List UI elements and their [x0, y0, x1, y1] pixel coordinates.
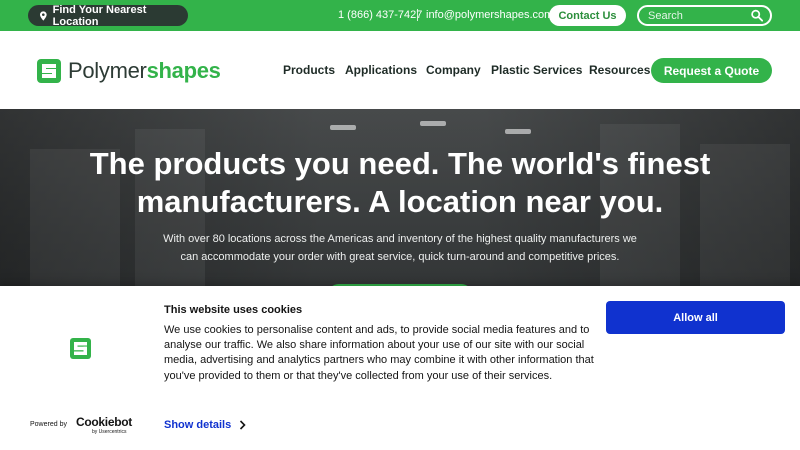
show-details-link[interactable]: Show details [164, 419, 246, 431]
nav-item-company[interactable]: Company [426, 63, 481, 77]
contact-us-button[interactable]: Contact Us [549, 5, 626, 26]
logo-wordmark: Polymershapes [68, 58, 221, 84]
brand-mark-icon [70, 338, 91, 359]
main-navigation: Polymershapes Products Applications Comp… [0, 31, 800, 109]
nav-item-products[interactable]: Products [283, 63, 335, 77]
request-quote-button[interactable]: Request a Quote [651, 58, 772, 83]
hero-heading-line1: The products you need. The world's fines… [89, 146, 711, 181]
find-location-button[interactable]: Find Your Nearest Location [28, 3, 188, 28]
search-input[interactable] [648, 9, 748, 23]
polymershapes-logo[interactable]: Polymershapes [37, 58, 221, 84]
search-box [637, 5, 772, 26]
cookie-description: We use cookies to personalise content an… [164, 324, 594, 382]
allow-all-button[interactable]: Allow all [606, 301, 785, 334]
show-details-label: Show details [164, 419, 232, 431]
logo-text-part1: Polymer [68, 58, 147, 83]
logo-mark-icon [37, 59, 61, 83]
search-icon[interactable] [751, 9, 763, 22]
chevron-right-icon [240, 420, 246, 430]
usercentrics-label: by Usercentrics [92, 429, 127, 435]
divider [417, 9, 418, 21]
hero-subtitle: With over 80 locations across the Americ… [150, 230, 650, 266]
find-location-label: Find Your Nearest Location [52, 3, 147, 28]
nav-item-resources[interactable]: Resources [589, 63, 650, 77]
email-link[interactable]: info@polymershapes.com [426, 9, 553, 21]
ceiling-light [420, 121, 446, 126]
logo-text-part2: shapes [146, 58, 221, 83]
hero-heading-line2: manufacturers. A location near you. [136, 184, 664, 219]
hero-heading: The products you need. The world's fines… [0, 145, 800, 221]
nav-item-applications[interactable]: Applications [345, 63, 417, 77]
cookie-title: This website uses cookies [164, 304, 303, 316]
ceiling-light [505, 129, 531, 134]
cookie-consent-banner: This website uses cookies We use cookies… [0, 286, 800, 450]
cookiebot-logo[interactable]: Cookiebot [76, 415, 132, 429]
hero-subtitle-line1: With over 80 locations across the Americ… [163, 233, 637, 245]
top-bar: Find Your Nearest Location 1 (866) 437-7… [0, 0, 800, 31]
ceiling-light [330, 125, 356, 130]
hero-subtitle-line2: can accommodate your order with great se… [180, 251, 620, 263]
map-pin-icon [40, 10, 47, 21]
powered-by-label: Powered by [30, 421, 67, 428]
phone-link[interactable]: 1 (866) 437-7427 [338, 9, 422, 21]
nav-item-plastic-services[interactable]: Plastic Services [491, 63, 582, 77]
